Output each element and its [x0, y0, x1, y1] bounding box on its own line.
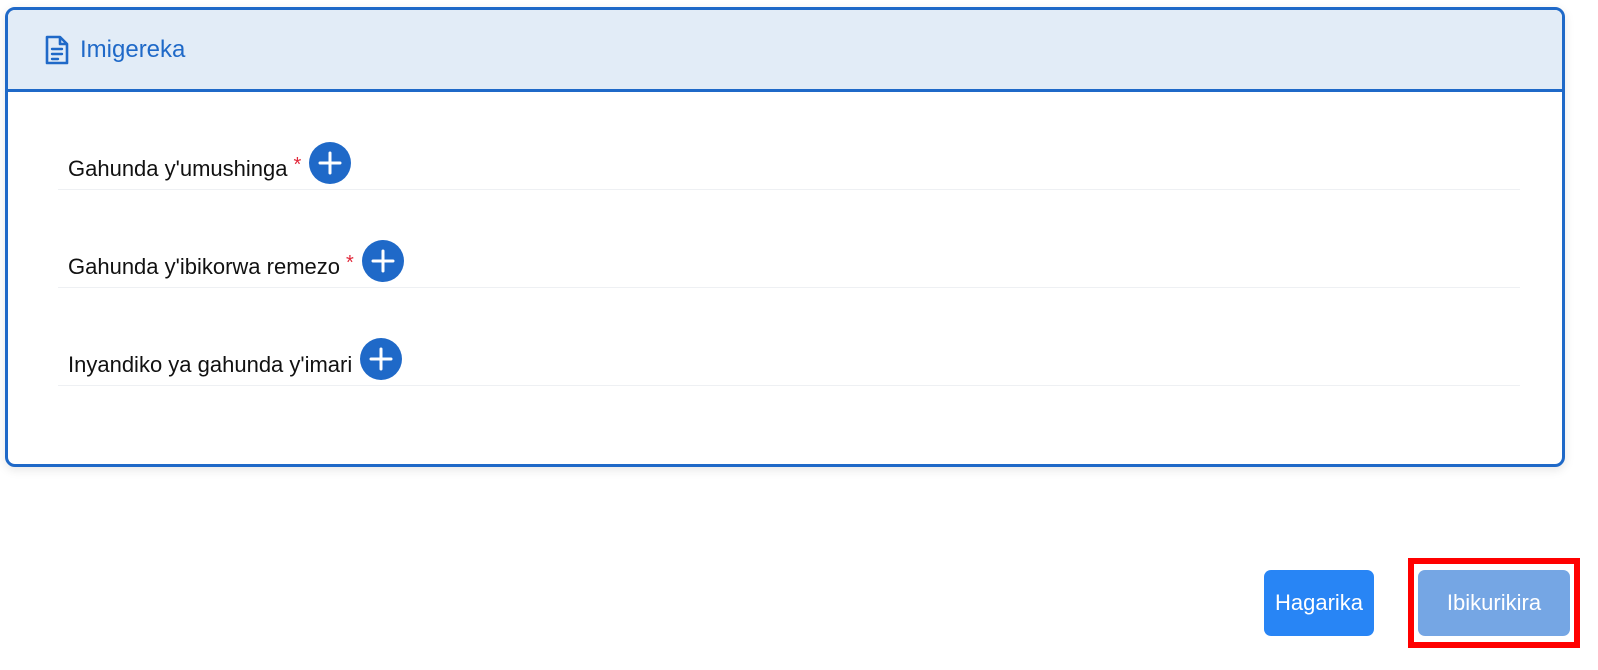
- attachment-label: Gahunda y'umushinga: [68, 156, 288, 181]
- plus-circle-icon: [369, 347, 393, 371]
- add-attachment-button[interactable]: [309, 142, 352, 184]
- attachment-row-infrastructure-plan: Gahunda y'ibikorwa remezo *: [58, 190, 1520, 288]
- attachment-label: Inyandiko ya gahunda y'imari: [68, 352, 353, 377]
- card-title: Imigereka: [80, 35, 186, 63]
- attachment-row-project-plan: Gahunda y'umushinga *: [58, 92, 1520, 190]
- attachments-card: Imigereka Gahunda y'umushinga * Gahunda …: [5, 7, 1565, 467]
- required-marker: *: [293, 153, 302, 176]
- attachment-row-financial-plan: Inyandiko ya gahunda y'imari: [58, 288, 1520, 386]
- attachment-list: Gahunda y'umushinga * Gahunda y'ibikorwa…: [58, 92, 1520, 386]
- next-button[interactable]: Ibikurikira: [1418, 570, 1570, 636]
- add-attachment-button[interactable]: [360, 338, 403, 380]
- card-header: Imigereka: [8, 10, 1562, 92]
- plus-circle-icon: [371, 249, 395, 273]
- document-icon: [44, 35, 70, 65]
- attachment-label: Gahunda y'ibikorwa remezo: [68, 254, 341, 279]
- add-attachment-button[interactable]: [361, 240, 404, 282]
- cancel-button[interactable]: Hagarika: [1264, 570, 1374, 636]
- required-marker: *: [346, 251, 354, 274]
- plus-circle-icon: [318, 151, 342, 175]
